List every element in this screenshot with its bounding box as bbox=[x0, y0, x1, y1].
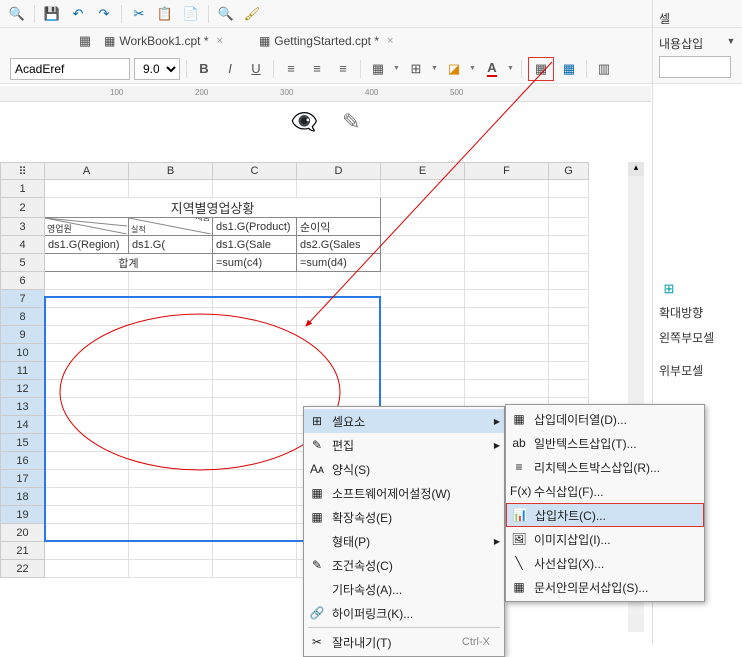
expand-icon[interactable]: ⊞ bbox=[659, 278, 679, 300]
menu-item[interactable]: 🔗하이퍼링크(K)... bbox=[304, 601, 504, 625]
edit-icon: ✎ bbox=[342, 109, 360, 135]
corner-cell: ⠿ bbox=[1, 163, 45, 180]
align-center-button[interactable]: ≡ bbox=[306, 58, 328, 80]
menu-item[interactable]: ▦문서안의문서삽입(S)... bbox=[506, 575, 704, 599]
context-menu[interactable]: ⊞셀요소▶✎편집▶Aᴀ양식(S)▦소프트웨어제어설정(W)▦확장속성(E)형태(… bbox=[303, 406, 505, 657]
font-name-select[interactable] bbox=[10, 58, 130, 80]
menu-item[interactable]: ▦소프트웨어제어설정(W) bbox=[304, 481, 504, 505]
cell[interactable]: 실적 제품 bbox=[129, 218, 213, 236]
redo-button[interactable]: ↷ bbox=[93, 3, 115, 25]
font-size-select[interactable]: 9.0 bbox=[134, 58, 180, 80]
menu-item[interactable]: ▦확장속성(E) bbox=[304, 505, 504, 529]
menu-item-insert-chart[interactable]: 📊삽입차트(C)... bbox=[506, 503, 704, 527]
window-icon[interactable]: ▦ bbox=[74, 30, 96, 52]
menu-item[interactable]: ╲사선삽입(X)... bbox=[506, 551, 704, 575]
col-header: B bbox=[129, 163, 213, 180]
col-header: A bbox=[45, 163, 129, 180]
hidden-icon: 👁‍🗨 bbox=[291, 109, 318, 135]
undo-button[interactable]: ↶ bbox=[67, 3, 89, 25]
cut-button[interactable]: ✂ bbox=[128, 3, 150, 25]
tab-workbook1[interactable]: ▦ WorkBook1.cpt * × bbox=[96, 28, 231, 54]
save-button[interactable]: 💾 bbox=[41, 3, 63, 25]
menu-item[interactable]: ✎편집▶ bbox=[304, 433, 504, 457]
bold-button[interactable]: B bbox=[193, 58, 215, 80]
italic-button[interactable]: I bbox=[219, 58, 241, 80]
search-icon[interactable]: 🔍 bbox=[6, 3, 28, 25]
cell[interactable]: =sum(c4) bbox=[213, 254, 297, 272]
merge-button[interactable]: ⊞ bbox=[405, 58, 427, 80]
title-cell[interactable]: 지역별영업상황 bbox=[45, 198, 381, 218]
side-label-upparent: 위부모셀 bbox=[653, 358, 742, 383]
cell[interactable]: 합계 bbox=[45, 254, 213, 272]
col-header: E bbox=[381, 163, 465, 180]
side-label-expand: 확대방향 bbox=[653, 300, 742, 325]
cell[interactable]: ds2.G(Sales bbox=[297, 236, 381, 254]
paste-button[interactable]: 📄 bbox=[180, 3, 202, 25]
workbook-icon: ▦ bbox=[259, 34, 270, 48]
col-header: G bbox=[549, 163, 589, 180]
cell[interactable]: ds1.G(Region) bbox=[45, 236, 129, 254]
menu-item[interactable]: ✂잘라내기(T)Ctrl-X bbox=[304, 630, 504, 654]
tab-label: WorkBook1.cpt * bbox=[119, 34, 208, 48]
view-grid-button[interactable]: ▦ bbox=[530, 58, 552, 80]
fill-color-button[interactable]: ◪ bbox=[443, 58, 465, 80]
align-left-button[interactable]: ≡ bbox=[280, 58, 302, 80]
menu-item[interactable]: F(x)수식삽입(F)... bbox=[506, 479, 704, 503]
side-label-leftparent: 왼쪽부모셀 bbox=[653, 325, 742, 350]
close-icon[interactable]: × bbox=[387, 35, 393, 47]
cell[interactable]: 영업원 bbox=[45, 218, 129, 236]
tab-label: GettingStarted.cpt * bbox=[274, 34, 379, 48]
font-color-button[interactable]: A bbox=[481, 58, 503, 80]
context-submenu[interactable]: ▦삽입데이터열(D)...ab일반텍스트삽입(T)...≡리치텍스트박스삽입(R… bbox=[505, 404, 705, 602]
cell[interactable]: ds1.G(Sale bbox=[213, 236, 297, 254]
col-header: F bbox=[465, 163, 549, 180]
workbook-icon: ▦ bbox=[104, 34, 115, 48]
border-button[interactable]: ▦ bbox=[367, 58, 389, 80]
tab-gettingstarted[interactable]: ▦ GettingStarted.cpt * × bbox=[251, 28, 402, 54]
view-table-button[interactable]: ▦ bbox=[558, 58, 580, 80]
menu-item[interactable]: ≡리치텍스트박스삽입(R)... bbox=[506, 455, 704, 479]
design-strip: 👁‍🗨 ✎ bbox=[0, 102, 651, 142]
menu-item[interactable]: ⊞셀요소▶ bbox=[304, 409, 504, 433]
menu-item[interactable]: 기타속성(A)... bbox=[304, 577, 504, 601]
menu-item[interactable]: 🖼이미지삽입(I)... bbox=[506, 527, 704, 551]
side-label-insert: 내용삽입 bbox=[653, 31, 742, 56]
cell[interactable]: =sum(d4) bbox=[297, 254, 381, 272]
col-header: D bbox=[297, 163, 381, 180]
horizontal-ruler: 100 200 300 400 500 bbox=[0, 86, 651, 102]
side-label-cell: 셀 bbox=[653, 6, 742, 31]
menu-item[interactable]: ✎조건속성(C) bbox=[304, 553, 504, 577]
align-right-button[interactable]: ≡ bbox=[332, 58, 354, 80]
menu-item[interactable]: 형태(P)▶ bbox=[304, 529, 504, 553]
menu-item[interactable]: Aᴀ양식(S) bbox=[304, 457, 504, 481]
menu-item[interactable]: ab일반텍스트삽입(T)... bbox=[506, 431, 704, 455]
cell[interactable]: ds1.G( bbox=[129, 236, 213, 254]
close-icon[interactable]: × bbox=[217, 35, 223, 47]
view-columns-button[interactable]: ▥ bbox=[593, 58, 615, 80]
format-painter-button[interactable]: 🖌 bbox=[241, 3, 263, 25]
find-button[interactable]: 🔍 bbox=[215, 3, 237, 25]
copy-button[interactable]: 📋 bbox=[154, 3, 176, 25]
cell[interactable]: ds1.G(Product) bbox=[213, 218, 297, 236]
col-header: C bbox=[213, 163, 297, 180]
side-input[interactable] bbox=[659, 56, 731, 78]
menu-item[interactable]: ▦삽입데이터열(D)... bbox=[506, 407, 704, 431]
cell[interactable]: 순이익 bbox=[297, 218, 381, 236]
underline-button[interactable]: U bbox=[245, 58, 267, 80]
